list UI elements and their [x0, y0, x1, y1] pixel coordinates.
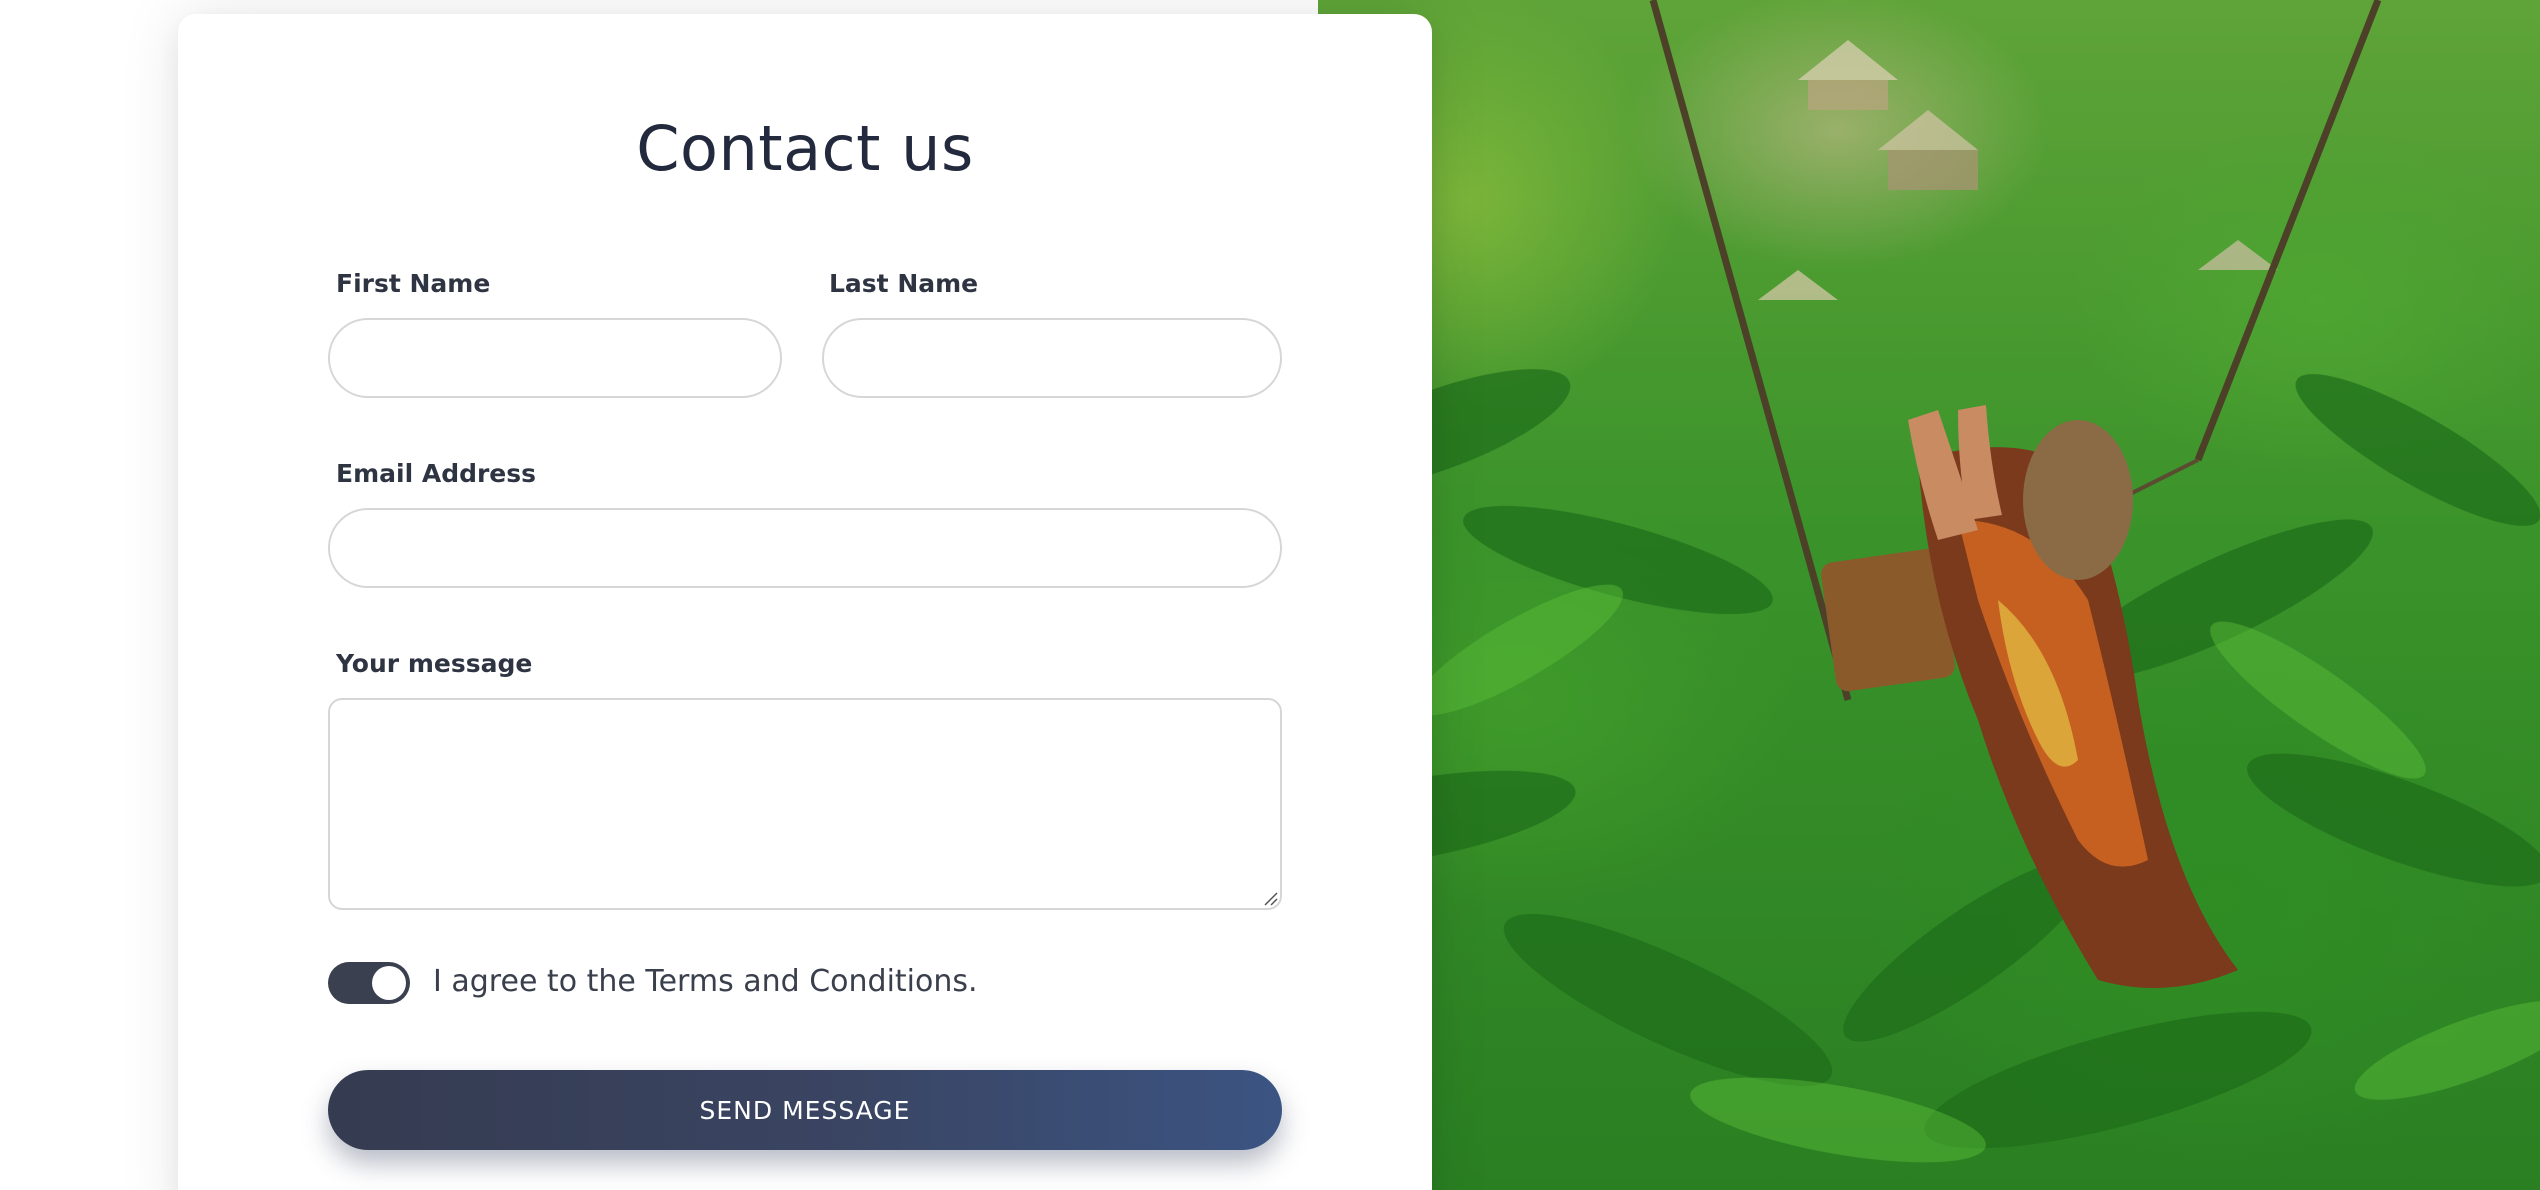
message-textarea[interactable]	[328, 698, 1282, 910]
first-name-label: First Name	[336, 269, 491, 298]
terms-label[interactable]: I agree to the Terms and Conditions.	[433, 964, 978, 999]
first-name-input[interactable]	[328, 318, 782, 398]
email-label: Email Address	[336, 459, 537, 488]
last-name-input[interactable]	[822, 318, 1282, 398]
contact-form-card: Contact us First Name Last Name Email Ad…	[178, 14, 1432, 1190]
message-label: Your message	[336, 649, 533, 678]
contact-page: Contact us First Name Last Name Email Ad…	[0, 0, 2540, 1190]
page-title: Contact us	[636, 112, 974, 185]
email-input[interactable]	[328, 508, 1282, 588]
terms-toggle[interactable]	[328, 962, 410, 1004]
resize-grip-icon[interactable]	[1262, 890, 1278, 906]
last-name-label: Last Name	[829, 269, 979, 298]
send-message-button[interactable]: SEND MESSAGE	[328, 1070, 1282, 1150]
jungle-swing-photo	[1318, 0, 2540, 1190]
toggle-knob	[372, 966, 406, 1000]
